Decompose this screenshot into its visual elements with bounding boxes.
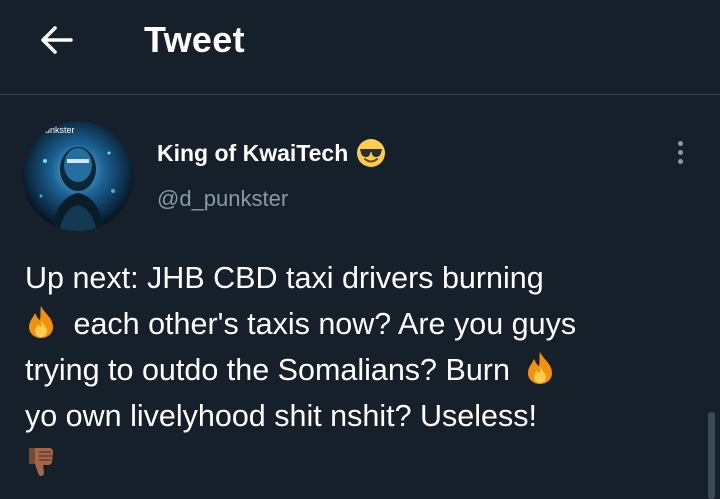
top-bar: Tweet: [0, 0, 720, 95]
dot-icon: [677, 140, 683, 146]
thumbs-down-icon: [29, 448, 53, 476]
tweet-text-line-3: trying to outdo the Somalians? Burn: [25, 353, 510, 387]
dot-icon: [677, 149, 683, 155]
fire-icon: [528, 352, 553, 384]
fire-icon: [29, 306, 53, 338]
smiling-face-with-sunglasses-icon: [357, 139, 386, 167]
avatar-overlay-text: unkster: [45, 125, 75, 135]
dot-icon: [677, 158, 683, 164]
author-handle[interactable]: @d_punkster: [157, 184, 288, 214]
back-button[interactable]: [26, 18, 86, 62]
tweet-text-line-1: Up next: JHB CBD taxi drivers burning: [25, 261, 544, 295]
tweet-text: Up next: JHB CBD taxi drivers burning ea…: [25, 255, 705, 485]
arrow-left-icon: [41, 26, 73, 54]
scrollbar[interactable]: [708, 412, 715, 499]
tweet-text-line-4: yo own livelyhood shit nshit? Useless!: [25, 399, 537, 433]
tweet-text-line-2: each other's taxis now? Are you guys: [73, 307, 577, 341]
avatar-image: unkster: [23, 121, 133, 231]
display-name[interactable]: King of KwaiTech: [157, 137, 348, 169]
author-name-row: King of KwaiTech: [157, 137, 386, 169]
page-title: Tweet: [144, 19, 245, 60]
avatar[interactable]: unkster: [23, 121, 133, 231]
more-options-button[interactable]: [664, 136, 696, 168]
